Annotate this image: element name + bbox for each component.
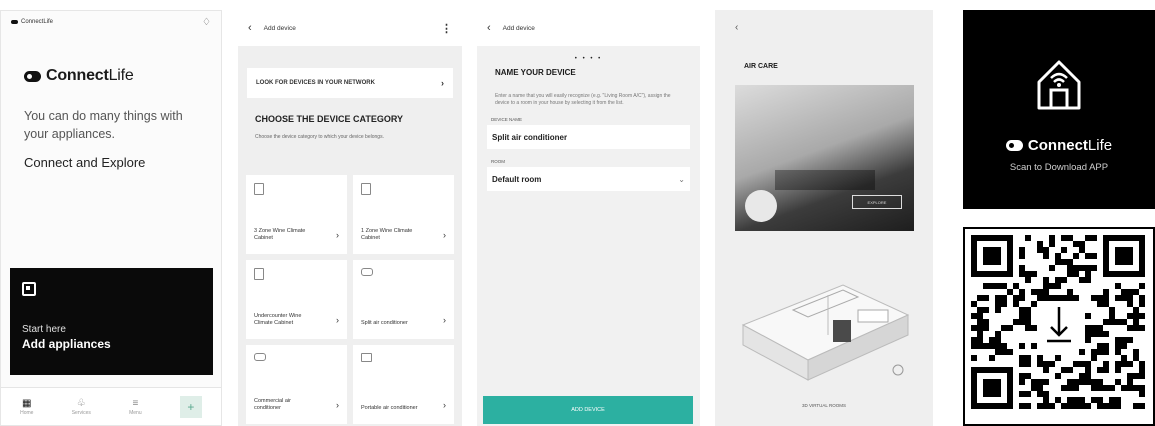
qr-code[interactable] xyxy=(963,227,1155,426)
connect-explore-text: Connect and Explore xyxy=(24,155,146,170)
tile-label: Split air conditioner xyxy=(361,320,408,326)
virtual-rooms-label: 3D VIRTUAL ROOMS xyxy=(801,403,846,408)
room-select[interactable]: Default room ⌄ xyxy=(487,167,690,191)
chevron-right-icon: › xyxy=(336,400,339,410)
bell-icon[interactable]: ♢ xyxy=(202,17,211,28)
chevron-right-icon: › xyxy=(443,315,446,325)
nav-services-label: Services xyxy=(71,409,91,416)
connectlife-logo-icon xyxy=(1005,140,1023,151)
category-grid: 3 Zone Wine Climate Cabinet › 1 Zone Win… xyxy=(246,175,454,424)
promo-brand: Connect Life xyxy=(963,137,1155,154)
category-tile[interactable]: Split air conditioner › xyxy=(353,260,454,339)
header: ‹ Add device ⋮ xyxy=(238,10,462,46)
category-title: CHOOSE THE DEVICE CATEGORY xyxy=(255,114,404,124)
chevron-right-icon: › xyxy=(443,230,446,240)
home-screen: ConnectLife ♢ Connect Life You can do man… xyxy=(0,10,222,426)
status-bar: ConnectLife ♢ xyxy=(1,11,221,33)
name-device-screen: ‹ Add device • • • • NAME YOUR DEVICE En… xyxy=(477,10,700,426)
leaf-icon: ♧ xyxy=(76,397,86,409)
chevron-down-icon: ⌄ xyxy=(678,174,685,184)
nav-services[interactable]: ♧ Services xyxy=(72,398,91,416)
look-label: LOOK FOR DEVICES IN YOUR NETWORK xyxy=(256,80,375,86)
add-device-screen: ‹ Add device ⋮ LOOK FOR DEVICES IN YOUR … xyxy=(238,10,462,426)
nav-menu[interactable]: ≡ Menu xyxy=(129,398,142,416)
chevron-right-icon: › xyxy=(336,315,339,325)
tile-label: Portable air conditioner xyxy=(361,405,418,411)
room-label: ROOM xyxy=(491,159,505,164)
explore-button[interactable]: EXPLORE xyxy=(852,195,902,209)
add-appliances-card[interactable]: Start here Add appliances xyxy=(10,268,213,375)
bottom-nav: ▦ Home ♧ Services ≡ Menu + xyxy=(1,387,221,425)
connectlife-logo-icon xyxy=(24,70,41,82)
air-care-title: AIR CARE xyxy=(744,63,778,70)
brand-logo: Connect Life xyxy=(24,67,221,85)
room-value: Default room xyxy=(492,174,542,184)
qr-code-image xyxy=(971,235,1145,409)
header-title: Add device xyxy=(502,24,535,32)
status-app-name: ConnectLife xyxy=(21,19,54,25)
grid-icon: ▦ xyxy=(22,397,32,409)
category-tile[interactable]: Undercounter Wine Climate Cabinet › xyxy=(246,260,347,339)
promo-brand-light: Life xyxy=(1087,137,1113,154)
intro-text: You can do many things with your applian… xyxy=(24,109,183,141)
category-description: Choose the device category to which your… xyxy=(255,134,384,140)
smart-home-icon xyxy=(1037,60,1081,110)
nav-home-label: Home xyxy=(20,409,34,416)
category-tile[interactable]: 1 Zone Wine Climate Cabinet › xyxy=(353,175,454,254)
air-conditioner-icon xyxy=(361,268,373,276)
wine-cabinet-icon xyxy=(254,268,264,280)
add-button[interactable]: + xyxy=(179,395,202,418)
scan-text: Scan to Download APP xyxy=(1009,162,1109,173)
more-icon[interactable]: ⋮ xyxy=(441,22,452,35)
start-here-text: Start here xyxy=(22,324,66,335)
name-description: Enter a name that you will easily recogn… xyxy=(495,93,671,106)
tile-label: Commercial air conditioner xyxy=(254,398,291,411)
remote-knob xyxy=(745,190,777,222)
air-conditioner-icon xyxy=(254,353,266,361)
menu-icon: ≡ xyxy=(132,397,139,409)
device-name-field[interactable]: Split air conditioner xyxy=(487,125,690,149)
brand-bold: Connect xyxy=(46,67,109,84)
chevron-right-icon: › xyxy=(443,400,446,410)
ac-unit-panel xyxy=(775,170,875,190)
device-name-label: DEVICE NAME xyxy=(491,117,523,122)
category-tile[interactable]: Portable air conditioner › xyxy=(353,345,454,424)
category-tile[interactable]: 3 Zone Wine Climate Cabinet › xyxy=(246,175,347,254)
download-promo: Connect Life Scan to Download APP xyxy=(963,10,1155,209)
portable-ac-icon xyxy=(361,353,372,362)
air-care-photo: EXPLORE xyxy=(735,85,914,231)
device-name-value: Split air conditioner xyxy=(492,132,568,142)
step-indicator: • • • • xyxy=(574,56,603,62)
air-care-screen: ‹ AIR CARE EXPLORE 3D VIRTUAL ROOMS xyxy=(715,10,933,426)
tile-label: 1 Zone Wine Climate Cabinet xyxy=(361,228,413,241)
look-for-devices-button[interactable]: LOOK FOR DEVICES IN YOUR NETWORK › xyxy=(247,68,453,98)
header-title: Add device xyxy=(263,24,296,32)
add-device-button[interactable]: ADD DEVICE xyxy=(483,396,693,424)
header: ‹ Add device xyxy=(477,10,700,46)
virtual-room-illustration xyxy=(741,284,910,381)
category-tile[interactable]: Commercial air conditioner › xyxy=(246,345,347,424)
promo-brand-bold: Connect xyxy=(1027,137,1088,154)
nav-home[interactable]: ▦ Home xyxy=(20,398,33,416)
chevron-right-icon: › xyxy=(441,78,444,88)
app-logo-icon xyxy=(11,20,18,24)
add-square-icon xyxy=(22,282,36,296)
back-icon[interactable]: ‹ xyxy=(735,22,738,33)
nav-menu-label: Menu xyxy=(129,409,142,416)
add-appliances-text: Add appliances xyxy=(22,337,111,351)
name-title: NAME YOUR DEVICE xyxy=(495,68,576,77)
tile-label: 3 Zone Wine Climate Cabinet xyxy=(254,228,306,241)
wine-cabinet-icon xyxy=(361,183,371,195)
wine-cabinet-icon xyxy=(254,183,264,195)
back-icon[interactable]: ‹ xyxy=(487,22,491,34)
brand-light: Life xyxy=(108,67,134,84)
chevron-right-icon: › xyxy=(336,230,339,240)
tile-label: Undercounter Wine Climate Cabinet xyxy=(254,313,302,326)
back-icon[interactable]: ‹ xyxy=(248,22,252,34)
